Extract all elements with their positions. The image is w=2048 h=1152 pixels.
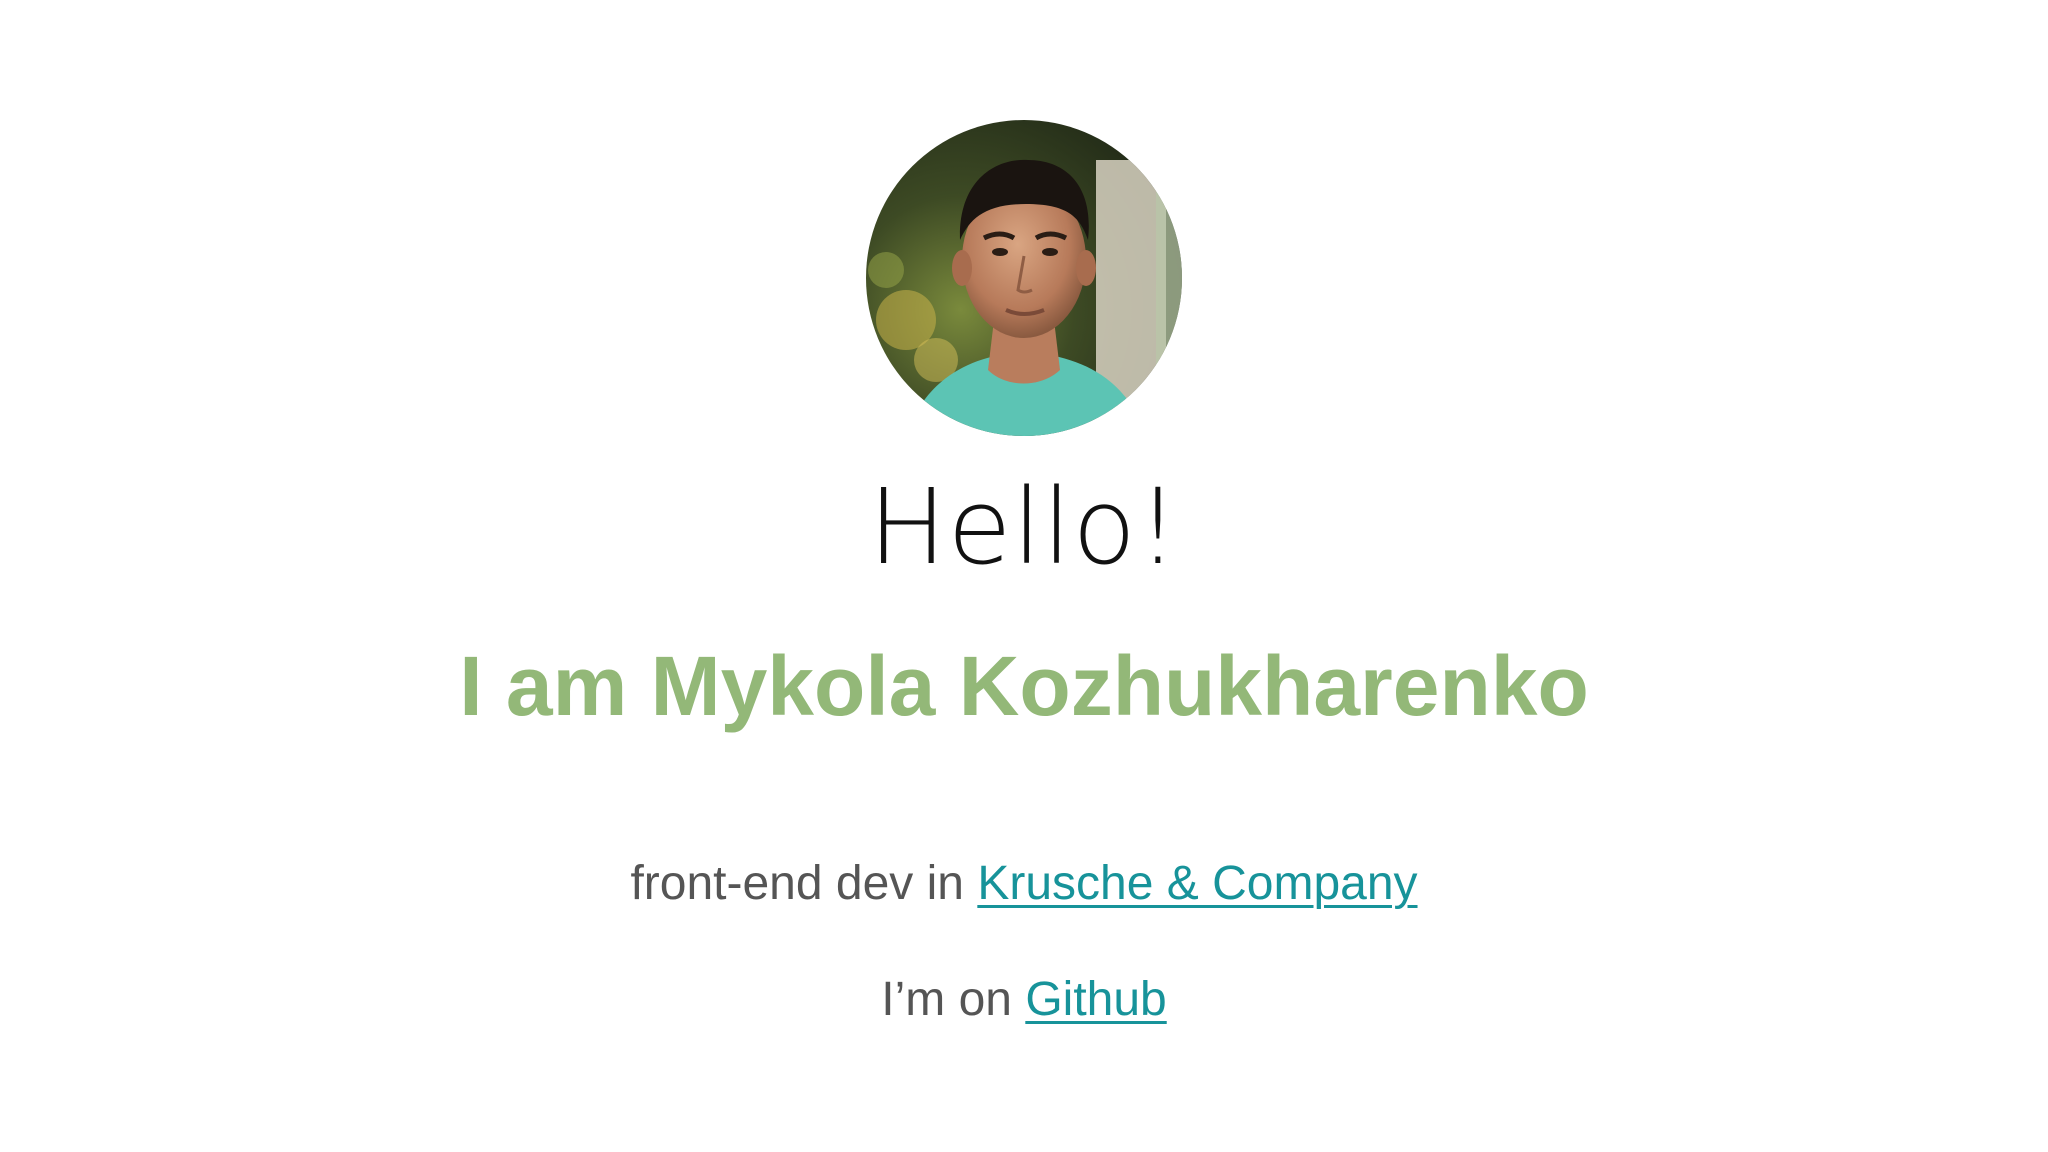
profile-photo-avatar: [866, 120, 1182, 436]
slide: Hello! I am Mykola Kozhukharenko front-e…: [0, 0, 2048, 1152]
github-line: I’m on Github: [0, 970, 2048, 1030]
greeting-heading: Hello!: [868, 466, 1180, 588]
company-link[interactable]: Krusche & Company: [977, 857, 1417, 910]
github-prefix-text: I’m on: [881, 973, 1026, 1026]
role-line: front-end dev in Krusche & Company: [0, 854, 2048, 914]
role-prefix-text: front-end dev in: [630, 857, 978, 910]
name-heading: I am Mykola Kozhukharenko: [459, 639, 1589, 733]
github-link[interactable]: Github: [1025, 973, 1166, 1026]
